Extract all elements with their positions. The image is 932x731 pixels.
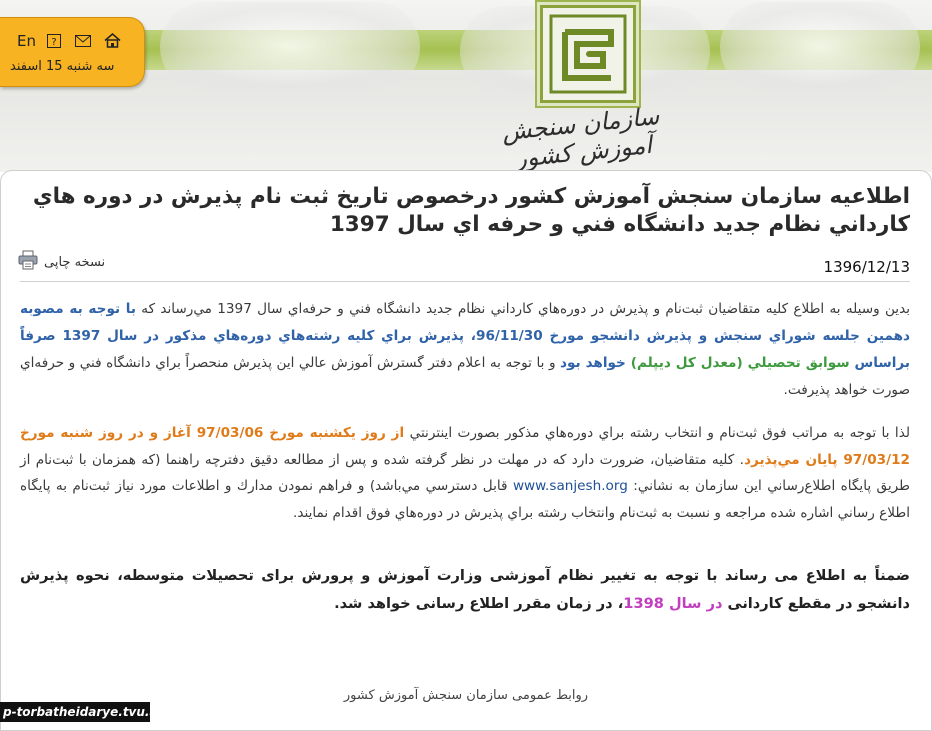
header-ornament: [160, 2, 420, 92]
english-link[interactable]: En: [17, 32, 36, 50]
paragraph-2: لذا با توجه به مراتب فوق ثبت‌نام و انتخا…: [20, 420, 910, 526]
header-ornament: [720, 2, 920, 92]
paragraph-3: ضمناً به اطلاع می رساند با توجه به تغییر…: [20, 562, 910, 618]
watermark-label: p-torbatheidarye.tvu.ac.ir: [0, 702, 179, 722]
print-version-link[interactable]: نسخه چاپی: [18, 250, 105, 274]
sanjesh-logo[interactable]: [540, 5, 636, 103]
footer-signature: روابط عمومی سازمان سنجش آموزش کشور: [343, 688, 589, 703]
logo-emblem-icon: [549, 14, 627, 94]
print-label: نسخه چاپی: [44, 254, 106, 270]
highlight-span: سوابق تحصيلي (معدل كل ديپلم): [630, 355, 850, 371]
top-toolbar: En ? سه شنبه 15 اسفند: [0, 17, 145, 87]
highlight-span: در سال 1398: [623, 595, 723, 612]
paragraph-1: بدين وسيله به اطلاع كليه متقاضيان ثبت‌نا…: [20, 296, 910, 404]
publish-date: 1396/12/13: [823, 258, 910, 276]
printer-icon: [18, 250, 38, 274]
logo-caption: سازمان سنجش آموزش کشور: [500, 101, 661, 172]
text-span: بدين وسيله به اطلاع كليه متقاضيان ثبت‌نا…: [136, 301, 910, 317]
highlight-span: خواهد بود: [560, 355, 631, 371]
mail-icon[interactable]: [75, 35, 91, 47]
article-title: اطلاعيه سازمان سنجش آموزش کشور درخصوص تا…: [32, 184, 910, 237]
text-span: لذا با توجه به مراتب فوق ثبت‌نام و انتخا…: [404, 425, 910, 441]
sanjesh-url-link[interactable]: www.sanjesh.org: [513, 478, 628, 494]
divider: [20, 281, 910, 282]
home-icon[interactable]: [104, 33, 121, 48]
text-span: ، در زمان مقرر اطلاع رسانی خواهد شد.: [334, 595, 624, 612]
help-icon[interactable]: ?: [47, 34, 61, 48]
svg-text:?: ?: [51, 37, 56, 48]
current-date: سه شنبه 15 اسفند: [10, 59, 115, 74]
